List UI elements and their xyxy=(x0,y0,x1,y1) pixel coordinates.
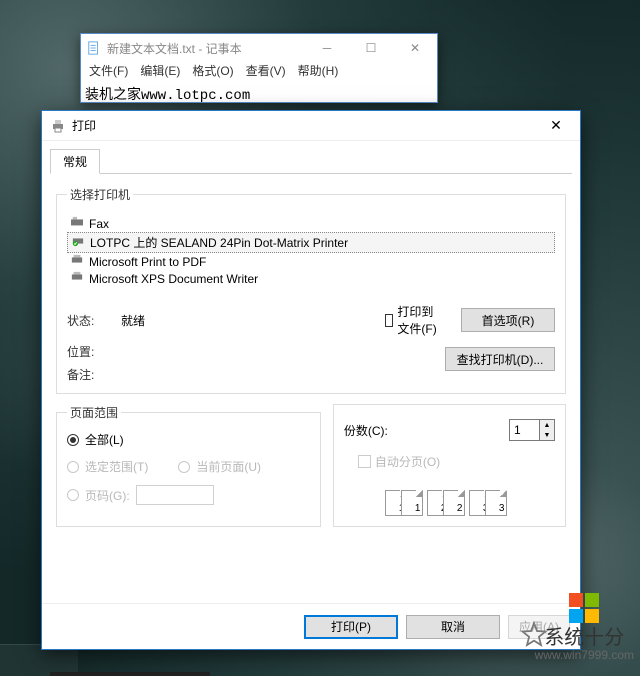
printer-name: Fax xyxy=(89,217,109,231)
find-printer-button[interactable]: 查找打印机(D)... xyxy=(445,347,555,371)
printer-item[interactable]: Fax xyxy=(67,215,555,232)
status-label: 状态: xyxy=(67,312,121,329)
checkbox-icon xyxy=(385,314,393,327)
printer-name: Microsoft Print to PDF xyxy=(89,255,206,269)
range-pages-label: 页码(G): xyxy=(85,487,130,504)
range-all-label: 全部(L) xyxy=(85,431,124,448)
printer-icon xyxy=(69,254,85,269)
menu-file[interactable]: 文件(F) xyxy=(85,62,132,80)
watermark: 系统十分 www.win7999.com xyxy=(535,593,634,662)
spin-down-icon[interactable]: ▼ xyxy=(539,430,554,440)
tab-general[interactable]: 常规 xyxy=(50,149,100,174)
printer-list[interactable]: Fax LOTPC 上的 SEALAND 24Pin Dot-Matrix Pr… xyxy=(67,215,555,287)
fax-icon xyxy=(69,216,85,231)
print-titlebar[interactable]: 打印 ✕ xyxy=(42,111,580,141)
collate-label: 自动分页(O) xyxy=(375,453,440,470)
printer-item[interactable]: LOTPC 上的 SEALAND 24Pin Dot-Matrix Printe… xyxy=(67,232,555,253)
printer-icon xyxy=(50,118,66,134)
notepad-title: 新建文本文档.txt - 记事本 xyxy=(107,40,305,57)
printer-item[interactable]: Microsoft Print to PDF xyxy=(67,253,555,270)
print-title: 打印 xyxy=(72,117,534,134)
radio-icon xyxy=(178,461,190,473)
cancel-button[interactable]: 取消 xyxy=(406,615,500,639)
status-value: 就绪 xyxy=(121,312,385,329)
notepad-window: 新建文本文档.txt - 记事本 ─ ☐ ✕ 文件(F) 编辑(E) 格式(O)… xyxy=(80,33,438,103)
menu-view[interactable]: 查看(V) xyxy=(242,62,290,80)
watermark-brand: 系统十分 xyxy=(535,627,634,649)
range-pages-radio: 页码(G): xyxy=(67,485,310,505)
ms-logo-icon xyxy=(569,593,599,623)
collate-illustration: 1 1 2 2 3 3 xyxy=(344,490,555,516)
copies-label: 份数(C): xyxy=(344,422,388,439)
print-to-file-checkbox[interactable]: 打印到文件(F) xyxy=(385,303,441,337)
notepad-close[interactable]: ✕ xyxy=(393,34,437,62)
select-printer-legend: 选择打印机 xyxy=(67,186,133,203)
menu-format[interactable]: 格式(O) xyxy=(188,62,237,80)
comment-label: 备注: xyxy=(67,366,121,383)
checkbox-icon xyxy=(358,455,371,468)
notepad-text[interactable]: 装机之家www.lotpc.com xyxy=(81,82,437,102)
page-range-legend: 页面范围 xyxy=(67,404,121,421)
print-to-file-label: 打印到文件(F) xyxy=(397,303,441,337)
page-icon: 3 xyxy=(485,490,507,516)
printer-item[interactable]: Microsoft XPS Document Writer xyxy=(67,270,555,287)
notepad-menu: 文件(F) 编辑(E) 格式(O) 查看(V) 帮助(H) xyxy=(81,62,437,82)
preferences-button[interactable]: 首选项(R) xyxy=(461,308,555,332)
print-footer: 打印(P) 取消 应用(A) xyxy=(42,603,580,649)
location-label: 位置: xyxy=(67,343,121,360)
printer-name: Microsoft XPS Document Writer xyxy=(89,272,258,286)
range-all-radio[interactable]: 全部(L) xyxy=(67,431,310,448)
copies-value[interactable]: 1 xyxy=(510,420,539,440)
copies-group: 份数(C): 1 ▲ ▼ 自动分页(O) xyxy=(333,404,566,527)
page-range-group: 页面范围 全部(L) 选定范围(T) 当前页面(U) xyxy=(56,404,321,527)
radio-icon xyxy=(67,434,79,446)
page-icon: 1 xyxy=(401,490,423,516)
collate-checkbox: 自动分页(O) xyxy=(358,453,555,470)
menu-edit[interactable]: 编辑(E) xyxy=(136,62,184,80)
print-tabs: 常规 xyxy=(50,149,572,174)
spin-up-icon[interactable]: ▲ xyxy=(539,420,554,430)
watermark-url: www.win7999.com xyxy=(535,649,634,662)
radio-icon xyxy=(67,461,79,473)
select-printer-group: 选择打印机 Fax LOTPC 上的 SEALAND 24Pin Dot-Mat… xyxy=(56,186,566,394)
range-selection-label: 选定范围(T) xyxy=(85,458,148,475)
copies-spinner[interactable]: 1 ▲ ▼ xyxy=(509,419,555,441)
notepad-minimize[interactable]: ─ xyxy=(305,34,349,62)
printer-name: LOTPC 上的 SEALAND 24Pin Dot-Matrix Printe… xyxy=(90,234,348,251)
menu-help[interactable]: 帮助(H) xyxy=(294,62,343,80)
radio-icon xyxy=(67,489,79,501)
range-selection-radio: 选定范围(T) xyxy=(67,458,148,475)
printer-icon xyxy=(69,271,85,286)
notepad-maximize[interactable]: ☐ xyxy=(349,34,393,62)
notepad-icon xyxy=(87,41,101,55)
print-close-button[interactable]: ✕ xyxy=(534,112,578,140)
range-pages-input xyxy=(136,485,214,505)
print-dialog: 打印 ✕ 常规 选择打印机 Fax LOTPC 上的 SEALAND 24Pin… xyxy=(41,110,581,650)
range-current-radio: 当前页面(U) xyxy=(178,458,261,475)
page-icon: 2 xyxy=(443,490,465,516)
network-printer-icon xyxy=(70,235,86,250)
range-current-label: 当前页面(U) xyxy=(196,458,261,475)
print-button[interactable]: 打印(P) xyxy=(304,615,398,639)
taskbar-underline xyxy=(50,672,210,676)
notepad-titlebar[interactable]: 新建文本文档.txt - 记事本 ─ ☐ ✕ xyxy=(81,34,437,62)
